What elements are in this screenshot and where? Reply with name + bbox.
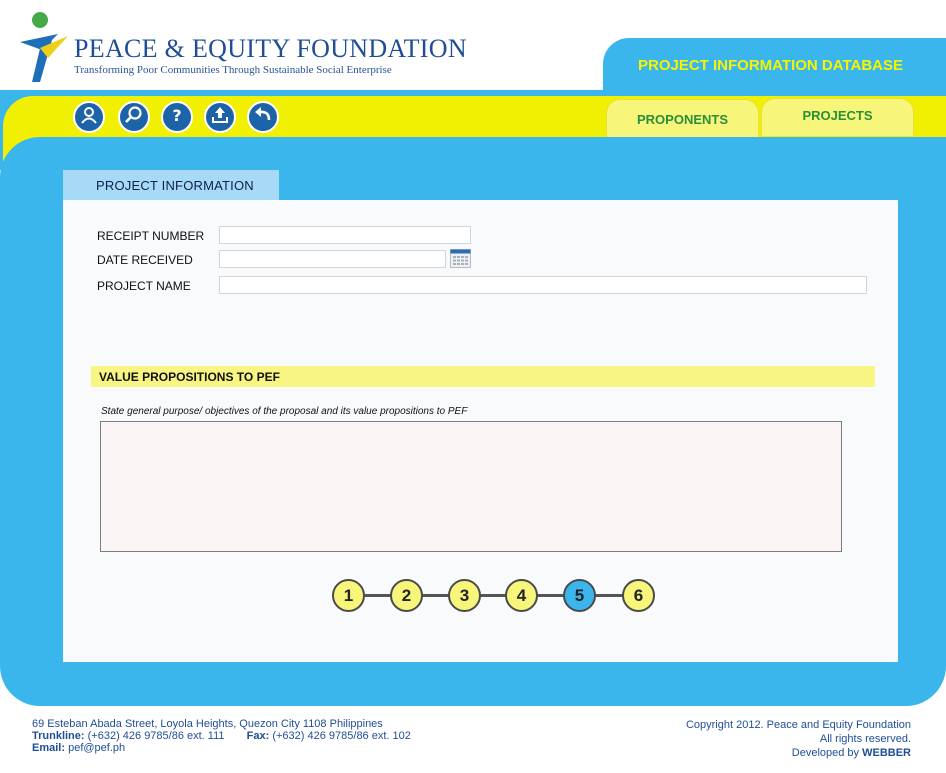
org-tagline: Transforming Poor Communities Through Su… <box>74 64 392 76</box>
email-label: Email: <box>32 742 66 754</box>
back-icon <box>253 105 273 130</box>
user-icon <box>79 105 99 130</box>
step-2[interactable]: 2 <box>390 579 423 612</box>
org-name: PEACE & EQUITY FOUNDATION <box>74 34 467 63</box>
footer-address: 69 Esteban Abada Street, Loyola Heights,… <box>32 718 383 730</box>
footer-copyright-block: Copyright 2012. Peace and Equity Foundat… <box>686 718 911 760</box>
fax-value: (+632) 426 9785/86 ext. 102 <box>272 730 411 742</box>
value-propositions-header: VALUE PROPOSITIONS TO PEF <box>91 366 875 387</box>
fax-label: Fax: <box>246 730 270 742</box>
developer-link[interactable]: WEBBER <box>862 747 911 759</box>
tab-projects-label: PROJECTS <box>802 108 873 123</box>
footer-contact: 69 Esteban Abada Street, Loyola Heights,… <box>32 718 411 754</box>
rights-text: All rights reserved. <box>819 733 911 745</box>
user-button[interactable] <box>73 101 105 133</box>
date-received-field[interactable] <box>219 250 446 268</box>
footer-phones: Trunkline: (+632) 426 9785/86 ext. 111 F… <box>32 730 411 742</box>
tab-projects[interactable]: PROJECTS <box>761 98 914 136</box>
step-3[interactable]: 3 <box>448 579 481 612</box>
copyright-text: Copyright 2012. Peace and Equity Foundat… <box>685 719 911 731</box>
step-4[interactable]: 4 <box>505 579 538 612</box>
trunkline-label: Trunkline: <box>32 730 85 742</box>
step-6[interactable]: 6 <box>622 579 655 612</box>
section-tab: PROJECT INFORMATION <box>63 170 279 200</box>
search-button[interactable] <box>118 101 150 133</box>
developed-by-label: Developed by <box>791 747 860 759</box>
pef-logo-icon <box>18 10 72 85</box>
step-5-active[interactable]: 5 <box>563 579 596 612</box>
svg-text:?: ? <box>172 106 181 125</box>
search-icon <box>124 105 144 130</box>
footer-email: Email: pef@pef.ph <box>32 742 411 754</box>
tab-proponents-label: PROPONENTS <box>636 111 728 127</box>
tab-proponents[interactable]: PROPONENTS <box>606 99 759 138</box>
date-received-label: DATE RECEIVED <box>97 253 193 267</box>
project-name-field[interactable] <box>219 276 867 294</box>
developer-credit: Developed by WEBBER <box>686 746 911 760</box>
trunkline-value: (+632) 426 9785/86 ext. 111 <box>87 730 225 742</box>
email-value[interactable]: pef@pef.ph <box>68 742 125 754</box>
database-title: PROJECT INFORMATION DATABASE <box>638 57 903 74</box>
step-1[interactable]: 1 <box>332 579 365 612</box>
value-propositions-hint: State general purpose/ objectives of the… <box>101 406 468 417</box>
back-button[interactable] <box>247 101 279 133</box>
help-button[interactable]: ? <box>161 101 193 133</box>
value-propositions-title: VALUE PROPOSITIONS TO PEF <box>99 369 280 384</box>
receipt-number-field[interactable] <box>219 226 471 244</box>
section-title: PROJECT INFORMATION <box>96 177 254 193</box>
help-icon: ? <box>167 105 187 130</box>
upload-button[interactable] <box>204 101 236 133</box>
project-name-label: PROJECT NAME <box>97 279 191 293</box>
value-propositions-textarea[interactable] <box>100 421 842 552</box>
calendar-icon[interactable] <box>450 249 471 268</box>
receipt-number-label: RECEIPT NUMBER <box>97 229 205 243</box>
upload-icon <box>210 105 230 130</box>
